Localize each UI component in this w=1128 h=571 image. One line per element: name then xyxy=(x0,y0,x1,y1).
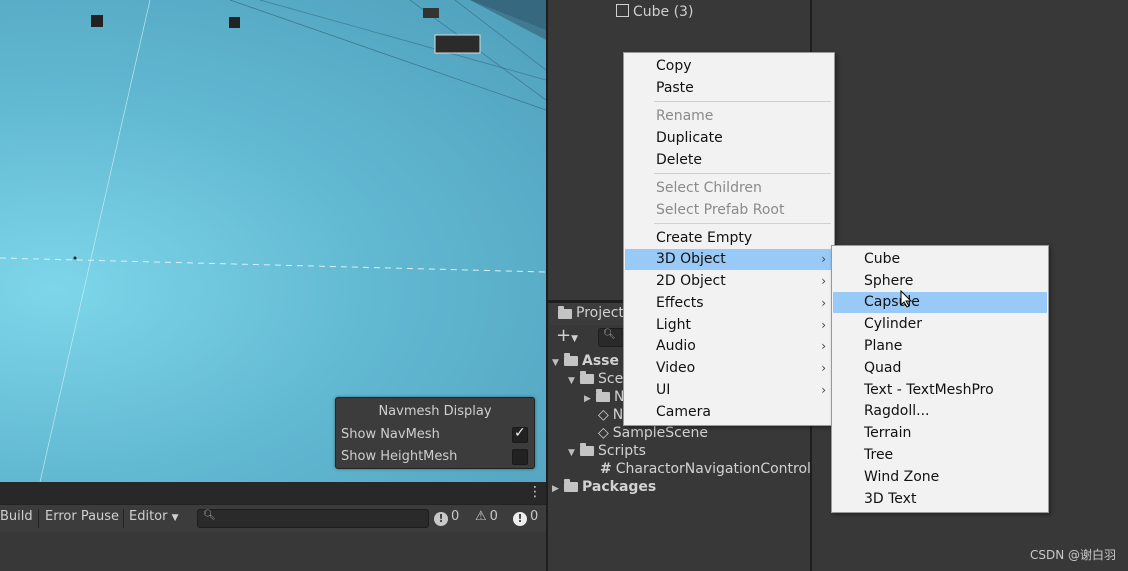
context-menu: Copy Paste Rename Duplicate Delete Selec… xyxy=(623,52,835,426)
folder-icon xyxy=(564,353,578,366)
tree-item-scripts[interactable]: ▼ Scripts xyxy=(568,443,646,459)
tree-item-sample-scene[interactable]: ◇ SampleScene xyxy=(598,425,708,441)
menu-item-delete[interactable]: Delete xyxy=(625,150,833,171)
info-icon: ! xyxy=(434,512,448,526)
tree-item-packages[interactable]: ▶ Packages xyxy=(552,479,656,495)
submenu-item-tree[interactable]: Tree xyxy=(833,445,1047,466)
menu-item-3d-object[interactable]: 3D Object › xyxy=(625,249,833,270)
tree-item-scenes[interactable]: ▼ Sce xyxy=(568,371,623,387)
menu-item-duplicate[interactable]: Duplicate xyxy=(625,128,833,149)
build-button[interactable]: Build xyxy=(0,509,33,524)
hierarchy-item-cube-3[interactable]: Cube (3) xyxy=(616,4,693,20)
cube-object xyxy=(229,17,240,28)
submenu-item-sphere[interactable]: Sphere xyxy=(833,271,1047,292)
tree-item-script[interactable]: # CharactorNavigationControl xyxy=(600,461,811,477)
chevron-right-icon: › xyxy=(821,361,826,375)
search-icon: 🔍︎ xyxy=(603,329,616,340)
menu-item-select-prefab-root: Select Prefab Root xyxy=(656,202,785,218)
submenu-item-plane[interactable]: Plane xyxy=(833,336,1047,357)
folder-icon xyxy=(596,389,610,402)
submenu-item-capsule[interactable]: Capsule xyxy=(833,292,1047,313)
csharp-script-icon: # xyxy=(600,461,612,477)
chevron-right-icon: › xyxy=(821,274,826,288)
tree-item-scene[interactable]: ◇ N xyxy=(598,407,623,423)
scene-view[interactable]: Navmesh Display Show NavMesh Show Height… xyxy=(0,0,546,482)
chevron-right-icon: › xyxy=(821,383,826,397)
show-heightmesh-label: Show HeightMesh xyxy=(341,449,458,464)
menu-item-audio[interactable]: Audio › xyxy=(625,336,833,357)
log-count: 0 xyxy=(451,509,460,524)
unity-scene-icon: ◇ xyxy=(598,425,609,441)
folder-icon xyxy=(564,479,578,492)
folder-icon xyxy=(580,443,594,456)
submenu-item-cube[interactable]: Cube xyxy=(833,249,1047,270)
show-heightmesh-checkbox[interactable] xyxy=(512,449,528,465)
log-counter[interactable]: ! 0 xyxy=(434,509,459,526)
project-tab-label: Project xyxy=(576,305,624,321)
folder-icon xyxy=(580,371,594,384)
submenu-item-text-textmeshpro[interactable]: Text - TextMeshPro xyxy=(833,380,1047,401)
cube-icon xyxy=(616,4,629,17)
chevron-right-icon: › xyxy=(821,318,826,332)
submenu-item-wind-zone[interactable]: Wind Zone xyxy=(833,467,1047,488)
navmesh-display-panel: Navmesh Display Show NavMesh Show Height… xyxy=(335,397,535,469)
submenu-item-quad[interactable]: Quad xyxy=(833,358,1047,379)
error-pause-button[interactable]: Error Pause xyxy=(45,509,119,524)
chevron-right-icon: › xyxy=(821,296,826,310)
unity-scene-icon: ◇ xyxy=(598,407,609,423)
more-options-icon[interactable]: ⋮ xyxy=(528,484,542,500)
warning-count: 0 xyxy=(489,509,498,524)
show-navmesh-label: Show NavMesh xyxy=(341,427,440,442)
menu-item-copy[interactable]: Copy xyxy=(625,56,833,77)
mouse-cursor-icon xyxy=(900,290,912,308)
caret-down-icon: ▼ xyxy=(171,513,179,523)
menu-item-ui[interactable]: UI › xyxy=(625,380,833,401)
console-body xyxy=(0,532,546,571)
cube-object xyxy=(91,15,103,27)
show-navmesh-checkbox[interactable] xyxy=(512,425,528,443)
submenu-item-ragdoll[interactable]: Ragdoll... xyxy=(833,401,1047,422)
warning-counter[interactable]: ⚠ 0 xyxy=(475,509,498,524)
submenu-3d-object: Cube Sphere Capsule Cylinder Plane Quad … xyxy=(831,245,1049,513)
menu-item-select-children: Select Children xyxy=(656,180,762,196)
cube-object xyxy=(423,8,439,18)
hierarchy-item-label: Cube (3) xyxy=(633,4,694,20)
menu-item-light[interactable]: Light › xyxy=(625,315,833,336)
menu-item-effects[interactable]: Effects › xyxy=(625,293,833,314)
editor-dropdown[interactable]: Editor ▼ xyxy=(129,509,179,524)
tree-item-assets[interactable]: ▼ Asse xyxy=(552,353,619,369)
submenu-item-cylinder[interactable]: Cylinder xyxy=(833,314,1047,335)
submenu-item-terrain[interactable]: Terrain xyxy=(833,423,1047,444)
editor-label: Editor xyxy=(129,509,168,524)
warning-icon: ⚠ xyxy=(475,509,487,524)
watermark: CSDN @谢白羽 xyxy=(1029,548,1116,562)
search-icon: 🔍︎ xyxy=(203,510,216,521)
submenu-item-3d-text[interactable]: 3D Text xyxy=(833,489,1047,510)
menu-item-rename: Rename xyxy=(656,108,714,124)
console-toolbar: Build Error Pause Editor ▼ 🔍︎ ! 0 ⚠ 0 ! 0 xyxy=(0,504,546,532)
error-count: 0 xyxy=(530,509,539,524)
menu-item-camera[interactable]: Camera xyxy=(625,402,833,423)
menu-item-video[interactable]: Video › xyxy=(625,358,833,379)
folder-icon xyxy=(558,306,572,319)
menu-item-2d-object[interactable]: 2D Object › xyxy=(625,271,833,292)
chevron-right-icon: › xyxy=(821,252,826,266)
add-asset-button[interactable]: +▼ xyxy=(556,325,578,346)
menu-item-paste[interactable]: Paste xyxy=(625,78,833,99)
tab-project[interactable]: Project xyxy=(550,303,624,325)
console-header: ⋮ xyxy=(0,482,546,504)
console-search-input[interactable]: 🔍︎ xyxy=(197,509,429,528)
error-counter[interactable]: ! 0 xyxy=(513,509,538,526)
navmesh-panel-title: Navmesh Display xyxy=(378,404,492,419)
selected-object xyxy=(434,34,481,54)
tree-item-folder[interactable]: ▶ N xyxy=(584,389,624,405)
error-icon: ! xyxy=(513,512,527,526)
chevron-right-icon: › xyxy=(821,339,826,353)
menu-item-create-empty[interactable]: Create Empty xyxy=(625,228,833,249)
